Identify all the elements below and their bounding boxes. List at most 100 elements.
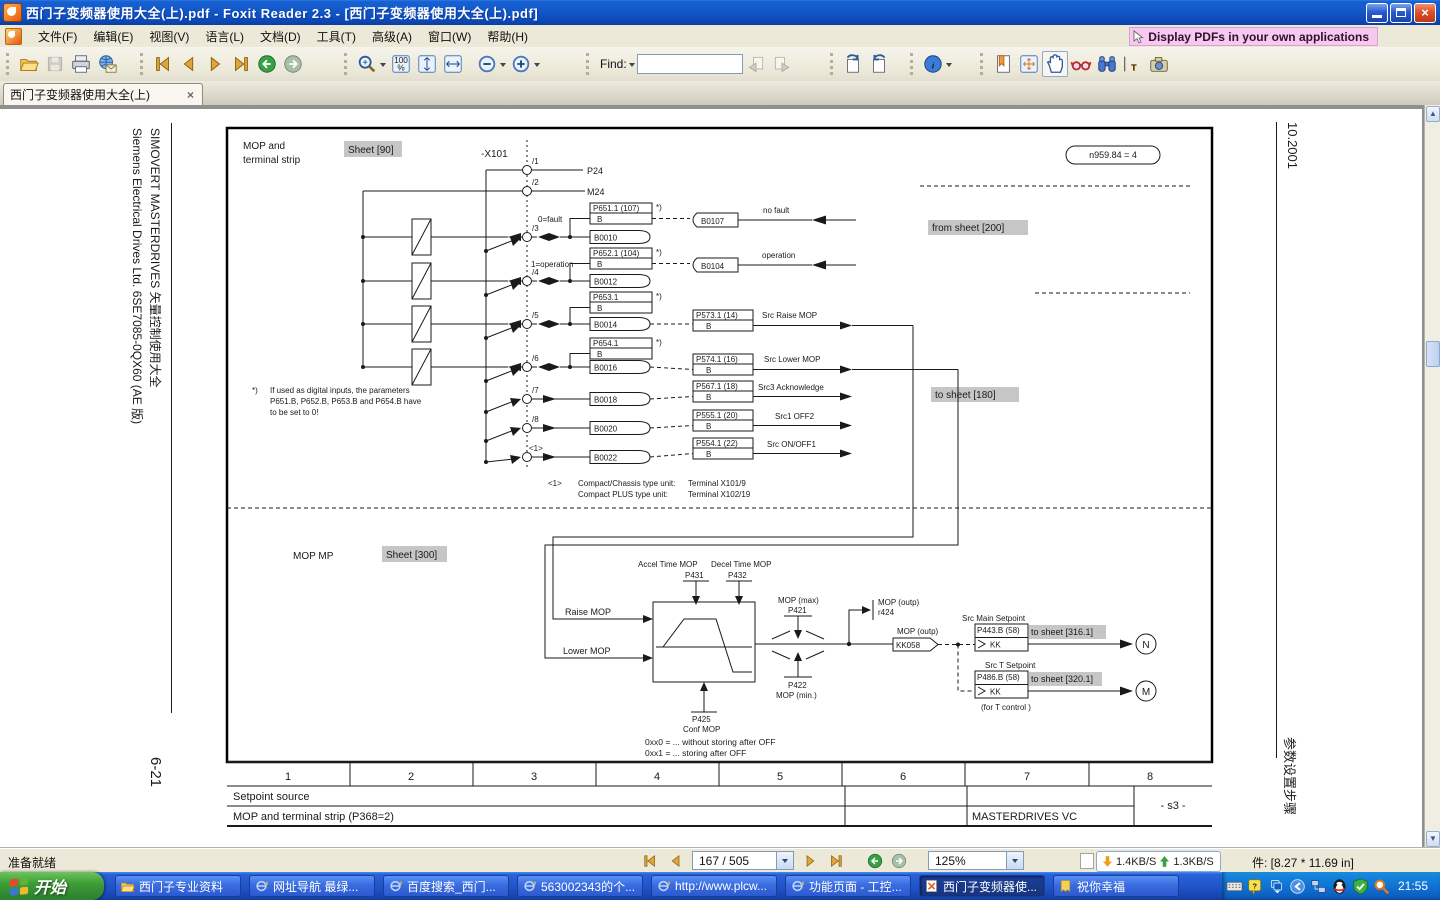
properties-button[interactable]: i [920,51,946,77]
svg-text:*): *) [252,386,258,395]
rotate-cw-button[interactable] [840,51,866,77]
qq-tray-icon[interactable] [1331,878,1348,895]
pan-zoom-button[interactable] [1016,51,1042,77]
restore-button[interactable] [1390,3,1412,23]
zoom-level-combo[interactable]: 125% [928,851,1024,870]
task-ie-gongkong[interactable]: 功能页面 - 工控... [785,875,911,897]
main-toolbar: 100% Find: i [0,47,1440,82]
document-tab[interactable]: 西门子变频器使用大全(上) × [3,83,203,105]
menu-file[interactable]: 文件(F) [30,25,85,48]
prev-page-button[interactable] [176,51,202,77]
select-text-visual-button[interactable] [1068,51,1094,77]
menu-advanced[interactable]: 高级(A) [364,25,420,48]
svg-text:/7: /7 [532,386,539,395]
open-button[interactable] [16,51,42,77]
start-button[interactable]: 开始 [0,872,104,900]
next-page-icon [204,53,226,75]
next-page-icon[interactable] [800,852,820,870]
zoom-out-button[interactable] [474,51,500,77]
next-page-button[interactable] [202,51,228,77]
svg-text:-X101: -X101 [481,149,508,160]
menu-window[interactable]: 窗口(W) [420,25,479,48]
task-ie-baidu[interactable]: 百度搜索_西门... [383,875,509,897]
vertical-scrollbar[interactable]: ▲ ▼ [1424,105,1440,848]
toolbar-grip [830,53,836,75]
fit-page-button[interactable] [414,51,440,77]
svg-text:P432: P432 [728,571,747,580]
menu-tools[interactable]: 工具(T) [309,25,364,48]
hidden-icons-chevron-icon[interactable] [1268,878,1285,895]
find-options-caret[interactable] [629,63,635,70]
go-back-button[interactable] [254,51,280,77]
search-tray-icon[interactable] [1373,878,1390,895]
task-ie-qzone[interactable]: 563002343的个... [517,875,643,897]
last-page-icon[interactable] [826,852,846,870]
snapshot-button[interactable] [1146,51,1172,77]
forward-view-icon[interactable] [890,852,908,870]
title-bar[interactable]: 西门子变频器使用大全(上).pdf - Foxit Reader 2.3 - [… [0,0,1440,25]
menu-view[interactable]: 视图(V) [141,25,197,48]
task-folder-siemens[interactable]: 西门子专业资料 [115,875,241,897]
prev-page-icon[interactable] [666,852,686,870]
actual-size-button[interactable]: 100% [388,51,414,77]
search-button[interactable] [1094,51,1120,77]
page-number-combo[interactable]: 167 / 505 [692,851,794,870]
zoom-out-caret[interactable] [500,63,506,70]
menu-language[interactable]: 语言(L) [197,25,252,48]
scroll-down-button[interactable]: ▼ [1426,831,1440,847]
menu-document[interactable]: 文档(D) [252,25,309,48]
back-view-icon [256,53,278,75]
task-note[interactable]: 祝你幸福 [1053,875,1179,897]
go-forward-button[interactable] [280,51,306,77]
zoom-in-button[interactable] [508,51,534,77]
page-combo-dropdown[interactable] [776,852,793,869]
zoom-tool-caret[interactable] [380,63,386,70]
upload-speed: 1.3KB/S [1173,856,1213,868]
properties-caret[interactable] [946,63,952,70]
find-prev-button[interactable] [743,51,769,77]
email-button[interactable] [94,51,120,77]
hand-tool-button[interactable] [1042,51,1068,77]
note-icon [1058,879,1073,893]
first-page-button[interactable] [150,51,176,77]
menu-help[interactable]: 帮助(H) [479,25,536,48]
task-ie-plcw[interactable]: http://www.plcw... [651,875,777,897]
text-select-button[interactable]: T [1120,51,1146,77]
zoom-tool-button[interactable] [354,51,380,77]
print-button[interactable] [68,51,94,77]
back-view-icon[interactable] [866,852,884,870]
minimize-button[interactable] [1366,3,1388,23]
network-tray-icon[interactable] [1310,878,1327,895]
scrollbar-thumb[interactable] [1426,341,1440,367]
close-button[interactable]: × [1414,3,1436,23]
task-foxit-active[interactable]: 西门子变频器使... [919,875,1045,897]
rollback-tray-icon[interactable] [1289,878,1306,895]
first-page-icon[interactable] [640,852,660,870]
bookmarks-button[interactable] [990,51,1016,77]
find-next-button[interactable] [769,51,795,77]
find-input[interactable] [637,54,743,74]
printer-icon [70,53,92,75]
page-number-value: 167 / 505 [693,854,776,868]
promo-banner[interactable]: Display PDFs in your own applications [1129,27,1378,46]
tab-close-icon[interactable]: × [185,88,196,102]
zoom-in-caret[interactable] [534,63,540,70]
pdf-page-canvas[interactable]: .ln{stroke:#1a1a1a;stroke-width:1;fill:n… [0,105,1424,848]
scroll-up-button[interactable]: ▲ [1426,106,1440,122]
keyboard-layout-icon[interactable] [1226,878,1243,895]
save-button[interactable] [42,51,68,77]
menu-edit[interactable]: 编辑(E) [85,25,141,48]
fit-width-button[interactable] [440,51,466,77]
tray-clock[interactable]: 21:55 [1398,879,1428,893]
email-globe-icon [96,53,118,75]
security-shield-tray-icon[interactable] [1352,878,1369,895]
zoom-combo-dropdown[interactable] [1006,852,1023,869]
svg-text:B0016: B0016 [594,364,618,373]
network-speed-widget[interactable]: 1.4KB/S 1.3KB/S [1096,851,1221,872]
task-ie-nav[interactable]: 网址导航 最绿... [249,875,375,897]
document-area[interactable]: .ln{stroke:#1a1a1a;stroke-width:1;fill:n… [0,105,1440,848]
rotate-ccw-button[interactable] [866,51,892,77]
last-page-button[interactable] [228,51,254,77]
svg-text:P422: P422 [788,681,807,690]
help-tray-icon[interactable]: ? [1247,878,1264,895]
